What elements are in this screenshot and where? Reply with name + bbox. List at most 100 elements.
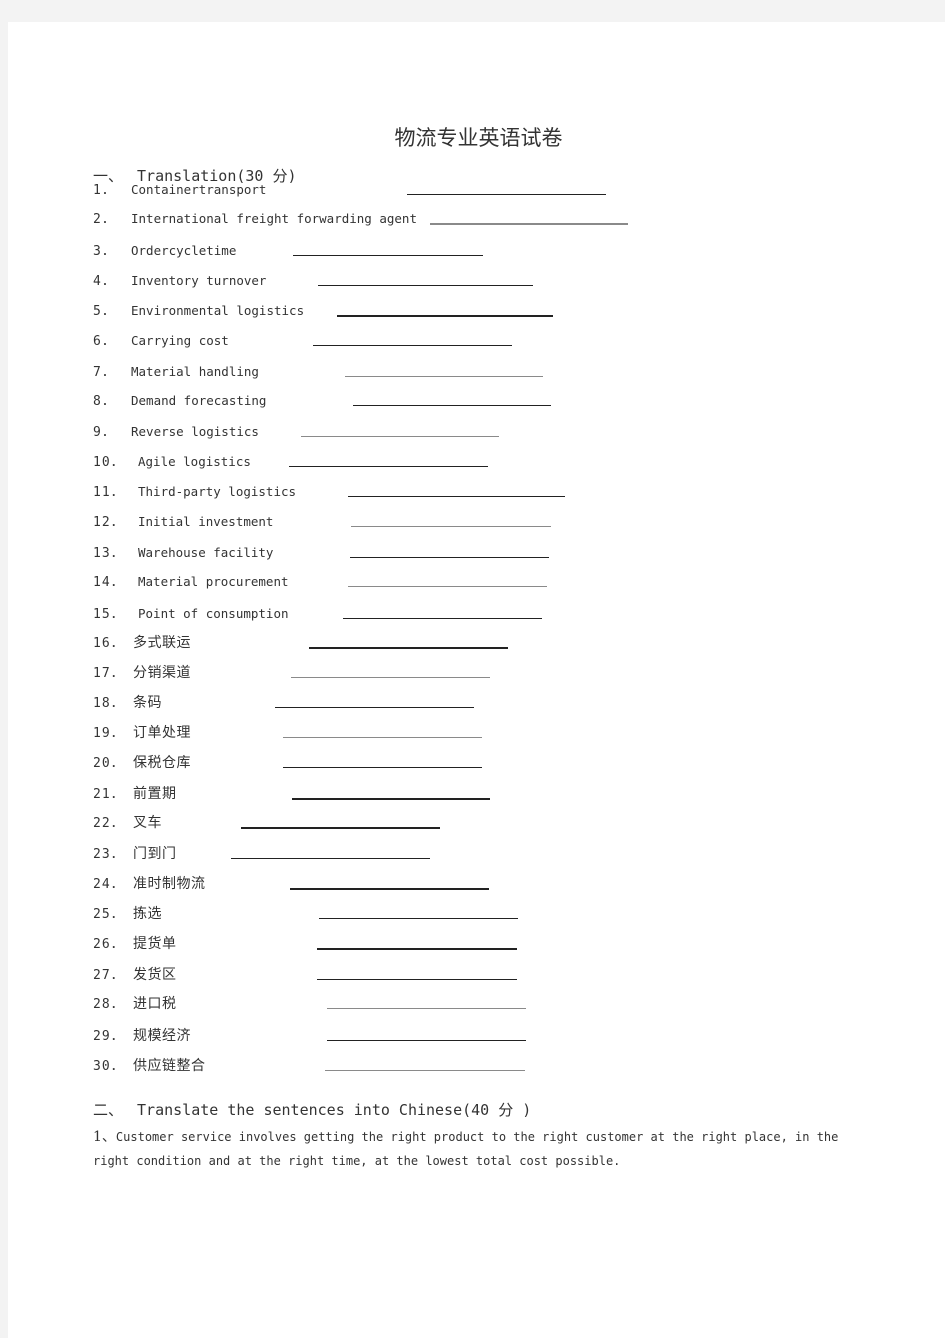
- answer-blank-line[interactable]: [241, 827, 440, 829]
- vocabulary-item: 15． Point of consumption: [93, 603, 289, 623]
- item-term: 订单处理: [133, 725, 191, 741]
- answer-blank-line[interactable]: [319, 918, 518, 919]
- item-term: 多式联运: [133, 635, 191, 651]
- item-number: 24．: [93, 877, 125, 892]
- answer-blank-line[interactable]: [309, 647, 508, 649]
- item-number: 19．: [93, 726, 125, 741]
- answer-blank-line[interactable]: [301, 436, 499, 437]
- item-number: 4．: [93, 274, 116, 289]
- answer-blank-line[interactable]: [337, 315, 553, 317]
- answer-blank-line[interactable]: [348, 586, 547, 587]
- answer-blank-line[interactable]: [292, 798, 490, 800]
- item-term: 前置期: [133, 786, 177, 802]
- answer-blank-line[interactable]: [325, 1070, 525, 1071]
- vocabulary-item: 20． 保税仓库: [93, 752, 191, 772]
- item-number: 18．: [93, 696, 125, 711]
- item-number: 10．: [93, 455, 125, 470]
- item-number: 15．: [93, 607, 125, 622]
- answer-blank-line[interactable]: [327, 1008, 526, 1009]
- answer-blank-line[interactable]: [283, 767, 482, 768]
- answer-blank-line[interactable]: [348, 496, 565, 497]
- answer-blank-line[interactable]: [290, 888, 489, 890]
- item-number: 1．: [93, 183, 116, 198]
- item-number: 14．: [93, 575, 125, 590]
- item-number: 12．: [93, 515, 125, 530]
- item-term: Agile logistics: [138, 454, 251, 469]
- sentence-text: Customer service involves getting the ri…: [93, 1130, 839, 1168]
- item-number: 8．: [93, 394, 116, 409]
- item-term: Environmental logistics: [131, 303, 305, 318]
- answer-blank-line[interactable]: [289, 466, 488, 467]
- vocabulary-item: 13． Warehouse facility: [93, 542, 273, 562]
- item-number: 20．: [93, 756, 125, 771]
- vocabulary-item: 5． Environmental logistics: [93, 300, 304, 320]
- item-term: 提货单: [133, 936, 177, 952]
- item-number: 5．: [93, 304, 116, 319]
- exam-page: 物流专业英语试卷 一、 Translation(30 分) 1． Container…: [8, 22, 945, 1338]
- vocabulary-item: 12． Initial investment: [93, 511, 273, 531]
- item-term: Material handling: [131, 364, 259, 379]
- answer-blank-line[interactable]: [350, 557, 549, 558]
- answer-blank-line[interactable]: [313, 345, 512, 346]
- item-number: 2．: [93, 212, 116, 227]
- item-number: 28．: [93, 997, 125, 1012]
- item-number: 23．: [93, 847, 125, 862]
- vocabulary-item: 29． 规模经济: [93, 1025, 191, 1045]
- answer-blank-line[interactable]: [283, 737, 482, 738]
- vocabulary-item: 23． 门到门: [93, 843, 177, 863]
- item-term: International freight forwarding agent: [131, 211, 417, 226]
- item-number: 11．: [93, 485, 125, 500]
- vocabulary-item: 25． 拣选: [93, 903, 162, 923]
- item-term: Initial investment: [138, 514, 274, 529]
- item-term: Reverse logistics: [131, 424, 259, 439]
- item-number: 3．: [93, 244, 116, 259]
- answer-blank-line[interactable]: [343, 618, 542, 619]
- vocabulary-item: 26． 提货单: [93, 933, 177, 953]
- answer-blank-line[interactable]: [407, 194, 606, 195]
- section-number: 二、: [93, 1101, 124, 1119]
- item-term: Carrying cost: [131, 333, 229, 348]
- vocabulary-item: 28． 进口税: [93, 993, 177, 1013]
- answer-blank-line[interactable]: [317, 948, 517, 950]
- item-term: 规模经济: [133, 1028, 191, 1044]
- vocabulary-item: 16． 多式联运: [93, 632, 191, 652]
- item-number: 9．: [93, 425, 116, 440]
- item-number: 13．: [93, 546, 125, 561]
- vocabulary-item: 22． 叉车: [93, 812, 162, 832]
- item-term: Demand forecasting: [131, 393, 267, 408]
- answer-blank-line[interactable]: [353, 405, 551, 406]
- answer-blank-line[interactable]: [275, 707, 474, 708]
- vocabulary-item: 7． Material handling: [93, 361, 259, 381]
- item-term: Material procurement: [138, 574, 289, 589]
- answer-blank-line[interactable]: [327, 1040, 526, 1041]
- vocabulary-item: 19． 订单处理: [93, 722, 191, 742]
- item-term: 条码: [133, 695, 162, 711]
- item-term: 分销渠道: [133, 665, 191, 681]
- section-title: Translate the sentences into Chinese(40 …: [137, 1101, 532, 1119]
- item-term: 保税仓库: [133, 755, 191, 771]
- vocabulary-item: 11． Third-party logistics: [93, 481, 296, 501]
- answer-blank-line[interactable]: [430, 223, 628, 225]
- item-number: 6．: [93, 334, 116, 349]
- answer-blank-line[interactable]: [351, 526, 551, 527]
- item-number: 17．: [93, 666, 125, 681]
- answer-blank-line[interactable]: [345, 376, 543, 377]
- item-number: 7．: [93, 365, 116, 380]
- vocabulary-item: 18． 条码: [93, 692, 162, 712]
- answer-blank-line[interactable]: [317, 979, 517, 980]
- item-number: 27．: [93, 968, 125, 983]
- vocabulary-item: 3． Ordercycletime: [93, 240, 236, 260]
- item-term: 进口税: [133, 996, 177, 1012]
- vocabulary-item: 6． Carrying cost: [93, 330, 229, 350]
- item-number: 29．: [93, 1029, 125, 1044]
- answer-blank-line[interactable]: [318, 285, 533, 286]
- sentence-item: 1、Customer service involves getting the …: [93, 1125, 863, 1173]
- vocabulary-item: 1． Containertransport: [93, 179, 266, 199]
- answer-blank-line[interactable]: [291, 677, 490, 678]
- item-number: 26．: [93, 937, 125, 952]
- answer-blank-line[interactable]: [231, 858, 430, 859]
- item-term: Warehouse facility: [138, 545, 274, 560]
- vocabulary-item: 24． 准时制物流: [93, 873, 206, 893]
- answer-blank-line[interactable]: [293, 255, 483, 256]
- page-title: 物流专业英语试卷: [394, 126, 563, 150]
